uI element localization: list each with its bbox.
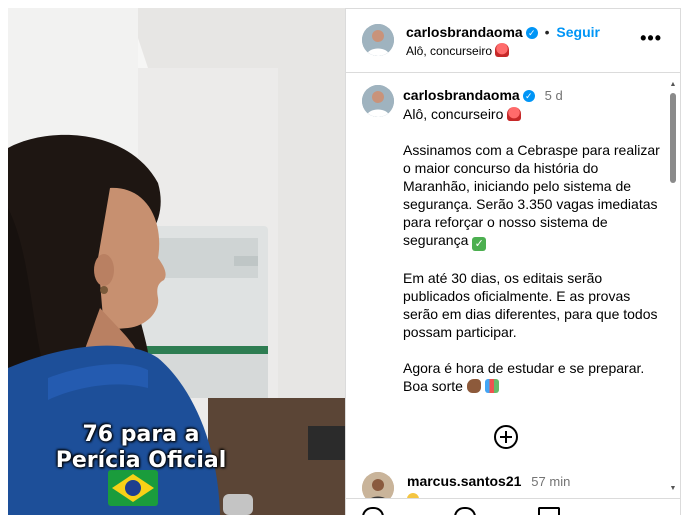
comment-avatar[interactable]	[362, 472, 394, 498]
caption-paragraph-3-line-1: Agora é hora de estudar e se preparar.	[403, 360, 645, 376]
caption-paragraph-3-line-2: Boa sorte	[403, 378, 463, 394]
caption-avatar[interactable]	[362, 85, 394, 117]
caption-paragraph-1: Assinamos com a Cebraspe para realizar o…	[403, 142, 660, 248]
scrollbar-thumb[interactable]	[670, 93, 676, 183]
load-more-comments-icon[interactable]	[494, 425, 518, 449]
scroll-down-arrow-icon[interactable]: ▼	[669, 485, 677, 493]
video-overlay-subtitle: Perícia Oficial	[55, 448, 227, 473]
comment-user-line: marcus.santos21 57 min	[407, 473, 570, 489]
post-side-panel: carlosbrandaoma ✓ • Seguir Alô, concursei…	[345, 8, 681, 515]
separator-dot: •	[544, 24, 550, 40]
share-icon[interactable]	[538, 507, 560, 515]
books-emoji-icon	[484, 379, 499, 393]
like-heart-icon[interactable]	[362, 507, 384, 515]
comment-timestamp[interactable]: 57 min	[531, 474, 570, 489]
siren-emoji-icon	[495, 43, 510, 57]
comments-scroll-area[interactable]: carlosbrandaoma ✓ 5 d Alô, concurseiro As…	[346, 73, 680, 498]
caption-greeting: Alô, concurseiro	[403, 106, 504, 122]
comment-username[interactable]: marcus.santos21	[407, 473, 521, 489]
post-header: carlosbrandaoma ✓ • Seguir Alô, concursei…	[346, 9, 680, 73]
scrollbar[interactable]: ▲ ▼	[669, 81, 677, 493]
post-actions-bar	[346, 498, 680, 515]
check-mark-emoji-icon: ✓	[472, 237, 487, 251]
caption-paragraph-2: Em até 30 dias, os editais serão publica…	[403, 270, 658, 340]
header-subtitle-text: Alô, concurseiro	[406, 44, 493, 58]
post-media[interactable]: 76 para a Perícia Oficial	[8, 8, 345, 515]
verified-badge-icon: ✓	[522, 90, 535, 102]
flexed-biceps-emoji-icon	[466, 379, 481, 393]
header-subtitle: Alô, concurseiro	[406, 43, 510, 58]
caption-username[interactable]: carlosbrandaoma	[403, 87, 520, 103]
caption-text: Alô, concurseiro Assinamos com a Cebrasp…	[403, 105, 665, 395]
scroll-up-arrow-icon[interactable]: ▲	[669, 81, 677, 89]
header-user-line: carlosbrandaoma ✓ • Seguir	[406, 24, 600, 40]
caption-user-line: carlosbrandaoma ✓ 5 d	[403, 87, 563, 103]
avatar[interactable]	[362, 24, 394, 56]
header-username[interactable]: carlosbrandaoma	[406, 24, 523, 40]
siren-emoji-icon	[507, 107, 522, 121]
follow-button[interactable]: Seguir	[556, 24, 600, 40]
verified-badge-icon: ✓	[525, 27, 538, 39]
more-options-icon[interactable]: •••	[640, 29, 662, 47]
comment-bubble-icon[interactable]	[454, 507, 476, 515]
video-overlay-title: 76 para a	[82, 422, 200, 447]
caption-timestamp[interactable]: 5 d	[545, 88, 563, 103]
